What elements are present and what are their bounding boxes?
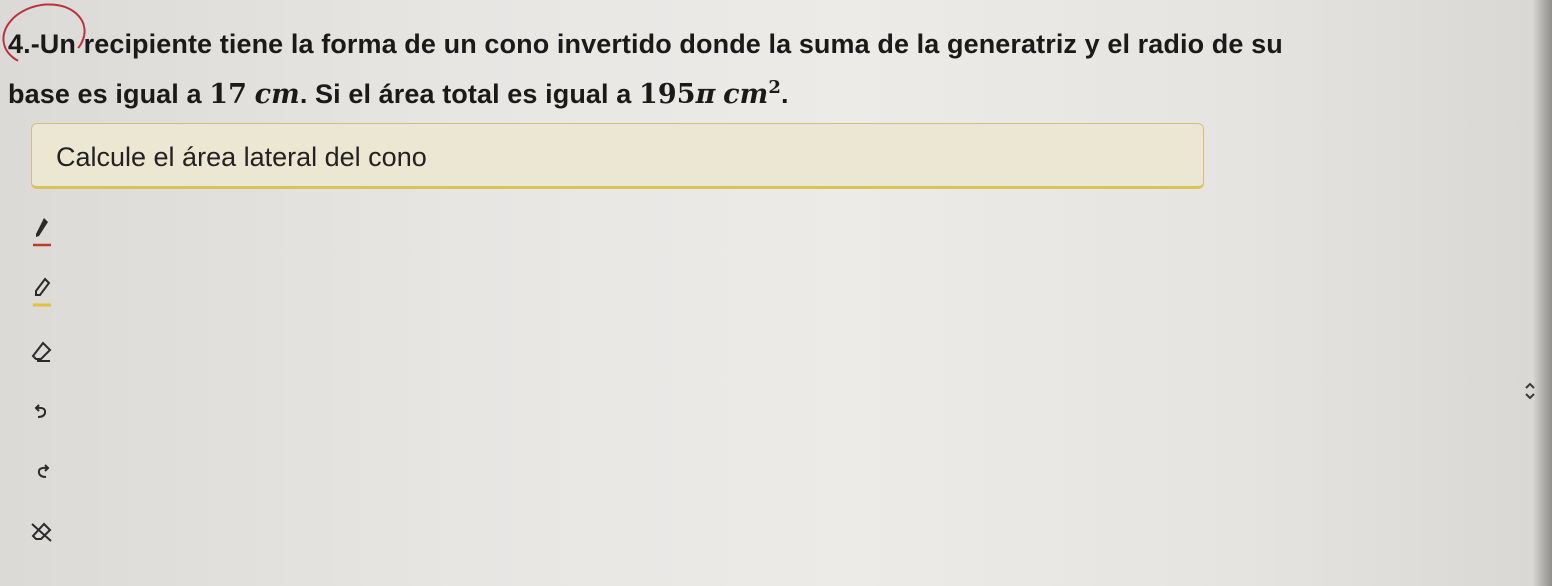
undo-tool-button[interactable]	[22, 392, 62, 432]
undo-icon	[34, 404, 47, 418]
instruction-box: Calcule el área lateral del cono	[31, 123, 1204, 189]
redo-icon	[37, 464, 50, 478]
pen-tool-button[interactable]	[22, 212, 62, 252]
question-line-2: base es igual a 17 cm. Si el área total …	[8, 66, 1543, 117]
question-text-fragment: . Si el área total es igual a	[299, 79, 639, 109]
question-text: 4.-Un recipiente tiene la forma de un co…	[8, 22, 1543, 117]
instruction-text: Calcule el área lateral del cono	[56, 142, 427, 172]
clear-tool-button[interactable]	[22, 512, 62, 552]
eraser-icon	[31, 341, 52, 362]
eraser-tool-button[interactable]	[22, 332, 62, 372]
clear-icon	[31, 522, 52, 542]
math-exponent: 2	[768, 77, 781, 98]
highlighter-tool-button[interactable]	[22, 272, 62, 312]
highlighter-icon	[33, 277, 51, 307]
pen-icon	[33, 218, 51, 247]
redo-tool-button[interactable]	[22, 452, 62, 492]
math-pi: π	[695, 79, 716, 110]
question-line-1: 4.-Un recipiente tiene la forma de un co…	[8, 29, 1283, 59]
chevron-up-down-icon	[1525, 382, 1535, 400]
math-unit: cm	[723, 79, 769, 110]
math-number: 17	[209, 79, 247, 110]
math-number: 195	[638, 79, 696, 110]
math-unit: cm	[254, 79, 300, 110]
question-text-fragment: .	[780, 79, 789, 109]
question-text-fragment: base es igual a	[8, 79, 210, 109]
scroll-arrows[interactable]	[1520, 376, 1540, 406]
